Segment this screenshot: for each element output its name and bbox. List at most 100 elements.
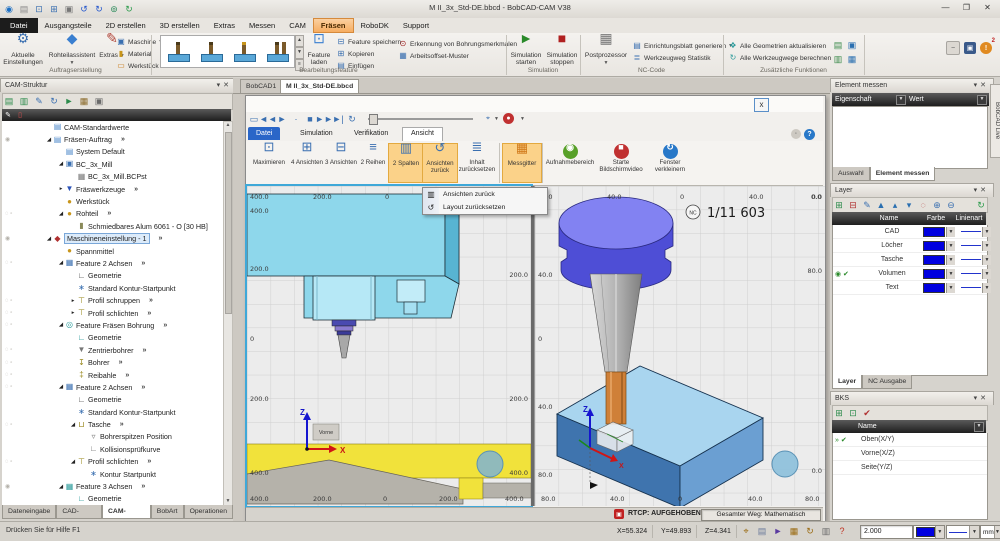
layer-row[interactable]: Löcher▼▼	[833, 239, 987, 253]
filter-icon[interactable]: ▼	[977, 95, 987, 105]
tree-row[interactable]: ∗Standard Kontur-Startpunkt	[2, 282, 223, 294]
close-panel-icon[interactable]: ✕	[980, 394, 986, 402]
three-views-button[interactable]: ⊟3 Ansichten	[324, 143, 358, 181]
shrink-window-button[interactable]: ↻Fenster verkleinern	[646, 143, 694, 181]
edit-job-icon[interactable]: ✎	[33, 96, 45, 108]
jump-marker[interactable]: »	[147, 458, 151, 465]
tab-robodk[interactable]: RoboDK	[354, 18, 396, 33]
move-down-icon[interactable]: ▾	[903, 199, 915, 211]
tree-row[interactable]: ∟Geometrie	[2, 332, 223, 344]
jump-marker[interactable]: »	[149, 297, 153, 304]
panel-tab-operationen[interactable]: Operationen	[184, 505, 233, 519]
visibility-icon[interactable]: ◉	[2, 235, 31, 242]
feature-gallery-item[interactable]	[166, 40, 190, 64]
layer-row[interactable]: Tasche▼▼	[833, 253, 987, 267]
pin-icon[interactable]: ▾	[974, 186, 978, 194]
setup-sheet-button[interactable]: ▤Einrichtungsblatt generieren▼	[632, 40, 733, 52]
layer-color-swatch[interactable]	[923, 227, 945, 237]
close-panel-icon[interactable]: ✕	[980, 186, 986, 194]
tree-row[interactable]: ▮Schmiedbares Alum 6061 - O [30 HB]	[2, 220, 223, 232]
document-tab-active[interactable]: M II_3x_Std-DE.bbcd	[280, 79, 359, 93]
remove-layer-icon[interactable]: ⊖	[945, 199, 957, 211]
color-dropdown[interactable]: ▼	[913, 525, 945, 539]
sb-measure-icon[interactable]: ⌖	[740, 525, 752, 537]
tree-row[interactable]: ▤System Default	[2, 146, 223, 158]
column-linienart[interactable]: Linienart	[952, 215, 986, 222]
layer-linestyle[interactable]	[961, 245, 981, 246]
visibility-icon[interactable]: ◌ ▫	[2, 260, 31, 266]
jump-marker[interactable]: »	[121, 136, 125, 143]
tree-row[interactable]: ◉◢▤Fräsen-Auftrag»	[2, 133, 223, 145]
screen-video-button[interactable]: ■Starte Bildschirmvideo	[596, 143, 646, 181]
new-bks-icon[interactable]: ⊞	[833, 407, 845, 419]
document-tab[interactable]: BobCAD1	[240, 79, 282, 93]
two-rows-button[interactable]: ≡2 Reihen	[358, 143, 388, 181]
copy-bks-icon[interactable]: ⊡	[847, 407, 859, 419]
dropdown-caret-icon[interactable]: ▼	[982, 255, 991, 265]
bks-row[interactable]: Seite(Y/Z)	[833, 461, 987, 475]
dropdown-caret-icon[interactable]: ▼	[982, 241, 991, 251]
tab-extras[interactable]: Extras	[207, 18, 242, 33]
move-up-icon[interactable]: ▴	[889, 199, 901, 211]
pick-position-icon[interactable]: ⌖	[481, 113, 494, 124]
layer-linestyle[interactable]	[961, 231, 981, 232]
gallery-down-icon[interactable]: ▼	[295, 47, 304, 59]
menu-item-reset-layout[interactable]: ↺Layout zurücksetzen	[423, 201, 547, 214]
tab-support[interactable]: Support	[396, 18, 436, 33]
layer-tab-layer[interactable]: Layer	[832, 375, 862, 389]
panel-tab-cad-struktur[interactable]: CAD-Struktur	[56, 505, 102, 519]
column-name[interactable]: Name	[858, 215, 920, 222]
jump-marker[interactable]: »	[147, 310, 151, 317]
dropdown-caret-icon[interactable]: ▼	[946, 255, 955, 265]
update-view-icon[interactable]: ▣	[846, 39, 858, 51]
close-button[interactable]: ✕	[977, 1, 998, 14]
jump-marker[interactable]: »	[143, 347, 147, 354]
new-window-icon[interactable]: ▤	[18, 3, 30, 15]
dropdown-caret-icon[interactable]: ▼	[494, 116, 499, 122]
redo-icon[interactable]: ↻	[93, 3, 105, 15]
feature-gallery-item[interactable]	[265, 40, 289, 64]
compute-toolpaths-button[interactable]: ↻Alle Werkzeugwege berechnen	[728, 52, 831, 64]
column-farbe[interactable]: Farbe	[920, 215, 952, 222]
expander-icon[interactable]: ▸	[69, 298, 77, 304]
visibility-icon[interactable]: ◌ ▫	[2, 310, 31, 316]
calc-paths-icon[interactable]: ▥	[832, 53, 844, 65]
close-panel-icon[interactable]: ✕	[980, 81, 986, 89]
toolpath-statistics-button[interactable]: ≣Werkzeugweg Statistik	[632, 52, 711, 64]
tree-row[interactable]: ◌ ▫◢▦Feature 2 Achsen»	[2, 381, 223, 393]
copy-button[interactable]: ⊞Kopieren	[336, 48, 374, 60]
expander-icon[interactable]: ▸	[57, 186, 65, 192]
gallery-up-icon[interactable]: ▲	[295, 35, 304, 47]
feature-save-button[interactable]: ⊟Feature speichern	[336, 36, 401, 48]
pin-icon[interactable]: ▾	[974, 81, 978, 89]
delete-column-icon[interactable]: ▯	[14, 109, 26, 121]
update-geo-icon[interactable]: ▤	[832, 39, 844, 51]
visibility-icon[interactable]: ◌ ▫	[2, 459, 31, 465]
match-layer-icon[interactable]: ↻	[975, 199, 987, 211]
sb-layerset-icon[interactable]: ▥	[820, 525, 832, 537]
dropdown-caret-icon[interactable]: ▼	[946, 269, 955, 279]
pin-icon[interactable]: ▾	[974, 394, 978, 402]
delete-layer-icon[interactable]: ⊟	[847, 199, 859, 211]
expander-icon[interactable]: ◢	[57, 161, 65, 167]
panel-tab-bobart[interactable]: BobArt	[151, 505, 184, 519]
sb-plane-icon[interactable]: ▤	[756, 525, 768, 537]
playback-slider-thumb[interactable]	[369, 114, 378, 125]
panel-tab-dateneingabe[interactable]: Dateneingabe	[2, 505, 56, 519]
sb-help-icon[interactable]: ?	[836, 525, 848, 537]
window-layout-icon[interactable]: ▣	[63, 3, 75, 15]
expander-icon[interactable]: ◢	[57, 322, 65, 328]
tree-row[interactable]: ▸▼Fräswerkz​euge»	[2, 183, 223, 195]
dropdown-caret-icon[interactable]: ▼	[982, 227, 991, 237]
tree-row[interactable]: ◌ ▫↧Bohrer»	[2, 356, 223, 368]
dropdown-caret-icon[interactable]: ▼	[946, 283, 955, 293]
tree-row[interactable]: ◉◢▦Feature 3 Achsen»	[2, 480, 223, 492]
unit-dropdown[interactable]: mm▼	[980, 525, 1000, 539]
dropdown-caret-icon[interactable]: ▼	[520, 116, 525, 122]
tree-row[interactable]: ◌ ▫◢⊔Tasche»	[2, 418, 223, 430]
expander-icon[interactable]: ◢	[45, 137, 53, 143]
layer-color-swatch[interactable]	[923, 283, 945, 293]
minimize-button[interactable]: —	[935, 1, 956, 14]
tree-row[interactable]: ∟Kollisionsprüfkurve	[2, 443, 223, 455]
filter-icon[interactable]: ▼	[896, 95, 906, 105]
